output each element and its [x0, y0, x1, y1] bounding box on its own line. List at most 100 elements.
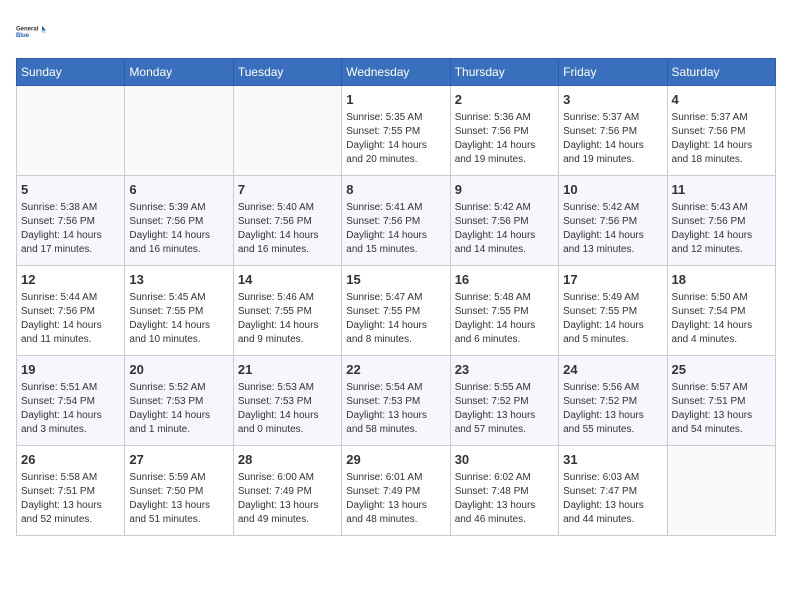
calendar-week-row: 26Sunrise: 5:58 AM Sunset: 7:51 PM Dayli…: [17, 446, 776, 536]
calendar-cell: 2 Sunrise: 5:36 AM Sunset: 7:56 PM Daylig…: [450, 86, 558, 176]
day-number: 15: [346, 271, 445, 289]
day-number: 22: [346, 361, 445, 379]
calendar-cell: 19 Sunrise: 5:51 AM Sunset: 7:54 PM Dayli…: [17, 356, 125, 446]
calendar-cell: 18 Sunrise: 5:50 AM Sunset: 7:54 PM Dayli…: [667, 266, 775, 356]
day-info: Sunrise: 5:36 AM Sunset: 7:56 PM Dayligh…: [455, 111, 554, 167]
calendar-cell: 3 Sunrise: 5:37 AM Sunset: 7:56 PM Daylig…: [559, 86, 667, 176]
day-info: Sunrise: 5:56 AM Sunset: 7:52 PM Dayligh…: [563, 381, 662, 437]
calendar-header: SundayMondayTuesdayWednesdayThursdayFrid…: [17, 59, 776, 86]
calendar-cell: 12 Sunrise: 5:44 AM Sunset: 7:56 PM Dayli…: [17, 266, 125, 356]
day-number: 18: [672, 271, 771, 289]
calendar-cell: 26Sunrise: 5:58 AM Sunset: 7:51 PM Dayli…: [17, 446, 125, 536]
calendar-week-row: 19 Sunrise: 5:51 AM Sunset: 7:54 PM Dayli…: [17, 356, 776, 446]
calendar-cell: 17 Sunrise: 5:49 AM Sunset: 7:55 PM Dayli…: [559, 266, 667, 356]
calendar-cell: 23 Sunrise: 5:55 AM Sunset: 7:52 PM Dayli…: [450, 356, 558, 446]
day-number: 21: [238, 361, 337, 379]
day-info: Sunrise: 5:59 AM Sunset: 7:50 PM Dayligh…: [129, 471, 228, 527]
day-info: Sunrise: 5:37 AM Sunset: 7:56 PM Dayligh…: [563, 111, 662, 167]
calendar-week-row: 12 Sunrise: 5:44 AM Sunset: 7:56 PM Dayli…: [17, 266, 776, 356]
calendar-cell: 30Sunrise: 6:02 AM Sunset: 7:48 PM Dayli…: [450, 446, 558, 536]
day-number: 12: [21, 271, 120, 289]
logo: GeneralBlue: [16, 16, 48, 48]
calendar-table: SundayMondayTuesdayWednesdayThursdayFrid…: [16, 58, 776, 536]
day-number: 30: [455, 451, 554, 469]
day-info: Sunrise: 5:38 AM Sunset: 7:56 PM Dayligh…: [21, 201, 120, 257]
day-info: Sunrise: 5:58 AM Sunset: 7:51 PM Dayligh…: [21, 471, 120, 527]
calendar-week-row: 5 Sunrise: 5:38 AM Sunset: 7:56 PM Daylig…: [17, 176, 776, 266]
calendar-cell: 31Sunrise: 6:03 AM Sunset: 7:47 PM Dayli…: [559, 446, 667, 536]
calendar-cell: 10 Sunrise: 5:42 AM Sunset: 7:56 PM Dayli…: [559, 176, 667, 266]
day-number: 5: [21, 181, 120, 199]
calendar-cell: [233, 86, 341, 176]
calendar-cell: 11Sunrise: 5:43 AM Sunset: 7:56 PM Dayli…: [667, 176, 775, 266]
calendar-cell: 16 Sunrise: 5:48 AM Sunset: 7:55 PM Dayli…: [450, 266, 558, 356]
day-number: 2: [455, 91, 554, 109]
day-number: 19: [21, 361, 120, 379]
day-info: Sunrise: 5:46 AM Sunset: 7:55 PM Dayligh…: [238, 291, 337, 347]
calendar-cell: 25 Sunrise: 5:57 AM Sunset: 7:51 PM Dayli…: [667, 356, 775, 446]
calendar-cell: 15 Sunrise: 5:47 AM Sunset: 7:55 PM Dayli…: [342, 266, 450, 356]
day-info: Sunrise: 5:40 AM Sunset: 7:56 PM Dayligh…: [238, 201, 337, 257]
day-number: 13: [129, 271, 228, 289]
day-info: Sunrise: 5:42 AM Sunset: 7:56 PM Dayligh…: [563, 201, 662, 257]
days-of-week-row: SundayMondayTuesdayWednesdayThursdayFrid…: [17, 59, 776, 86]
day-of-week-header: Tuesday: [233, 59, 341, 86]
calendar-cell: 7 Sunrise: 5:40 AM Sunset: 7:56 PM Daylig…: [233, 176, 341, 266]
day-of-week-header: Thursday: [450, 59, 558, 86]
day-number: 31: [563, 451, 662, 469]
day-number: 16: [455, 271, 554, 289]
day-info: Sunrise: 5:51 AM Sunset: 7:54 PM Dayligh…: [21, 381, 120, 437]
calendar-cell: 27Sunrise: 5:59 AM Sunset: 7:50 PM Dayli…: [125, 446, 233, 536]
calendar-cell: [667, 446, 775, 536]
day-number: 14: [238, 271, 337, 289]
day-number: 11: [672, 181, 771, 199]
day-number: 10: [563, 181, 662, 199]
day-number: 24: [563, 361, 662, 379]
day-info: Sunrise: 5:54 AM Sunset: 7:53 PM Dayligh…: [346, 381, 445, 437]
day-info: Sunrise: 5:37 AM Sunset: 7:56 PM Dayligh…: [672, 111, 771, 167]
day-number: 6: [129, 181, 228, 199]
day-info: Sunrise: 6:00 AM Sunset: 7:49 PM Dayligh…: [238, 471, 337, 527]
day-info: Sunrise: 5:49 AM Sunset: 7:55 PM Dayligh…: [563, 291, 662, 347]
day-number: 9: [455, 181, 554, 199]
day-number: 29: [346, 451, 445, 469]
day-number: 7: [238, 181, 337, 199]
calendar-cell: 29Sunrise: 6:01 AM Sunset: 7:49 PM Dayli…: [342, 446, 450, 536]
day-number: 28: [238, 451, 337, 469]
day-of-week-header: Friday: [559, 59, 667, 86]
day-info: Sunrise: 5:45 AM Sunset: 7:55 PM Dayligh…: [129, 291, 228, 347]
day-number: 17: [563, 271, 662, 289]
day-info: Sunrise: 5:41 AM Sunset: 7:56 PM Dayligh…: [346, 201, 445, 257]
day-of-week-header: Monday: [125, 59, 233, 86]
calendar-cell: 21 Sunrise: 5:53 AM Sunset: 7:53 PM Dayli…: [233, 356, 341, 446]
day-info: Sunrise: 5:53 AM Sunset: 7:53 PM Dayligh…: [238, 381, 337, 437]
calendar-cell: [125, 86, 233, 176]
calendar-body: 1Sunrise: 5:35 AM Sunset: 7:55 PM Daylig…: [17, 86, 776, 536]
day-of-week-header: Sunday: [17, 59, 125, 86]
day-info: Sunrise: 5:50 AM Sunset: 7:54 PM Dayligh…: [672, 291, 771, 347]
day-info: Sunrise: 5:47 AM Sunset: 7:55 PM Dayligh…: [346, 291, 445, 347]
calendar-cell: 13 Sunrise: 5:45 AM Sunset: 7:55 PM Dayli…: [125, 266, 233, 356]
calendar-cell: 6 Sunrise: 5:39 AM Sunset: 7:56 PM Daylig…: [125, 176, 233, 266]
day-info: Sunrise: 5:44 AM Sunset: 7:56 PM Dayligh…: [21, 291, 120, 347]
day-number: 25: [672, 361, 771, 379]
day-number: 8: [346, 181, 445, 199]
calendar-cell: 24 Sunrise: 5:56 AM Sunset: 7:52 PM Dayli…: [559, 356, 667, 446]
svg-text:Blue: Blue: [16, 33, 30, 39]
day-of-week-header: Wednesday: [342, 59, 450, 86]
day-info: Sunrise: 5:55 AM Sunset: 7:52 PM Dayligh…: [455, 381, 554, 437]
day-of-week-header: Saturday: [667, 59, 775, 86]
page-header: GeneralBlue: [16, 16, 776, 48]
calendar-cell: 5 Sunrise: 5:38 AM Sunset: 7:56 PM Daylig…: [17, 176, 125, 266]
day-number: 3: [563, 91, 662, 109]
calendar-cell: 22 Sunrise: 5:54 AM Sunset: 7:53 PM Dayli…: [342, 356, 450, 446]
day-info: Sunrise: 5:39 AM Sunset: 7:56 PM Dayligh…: [129, 201, 228, 257]
calendar-cell: 28 Sunrise: 6:00 AM Sunset: 7:49 PM Dayli…: [233, 446, 341, 536]
day-info: Sunrise: 5:57 AM Sunset: 7:51 PM Dayligh…: [672, 381, 771, 437]
svg-text:General: General: [16, 26, 39, 32]
day-info: Sunrise: 5:52 AM Sunset: 7:53 PM Dayligh…: [129, 381, 228, 437]
calendar-week-row: 1Sunrise: 5:35 AM Sunset: 7:55 PM Daylig…: [17, 86, 776, 176]
day-number: 23: [455, 361, 554, 379]
day-info: Sunrise: 5:48 AM Sunset: 7:55 PM Dayligh…: [455, 291, 554, 347]
calendar-cell: 9Sunrise: 5:42 AM Sunset: 7:56 PM Daylig…: [450, 176, 558, 266]
